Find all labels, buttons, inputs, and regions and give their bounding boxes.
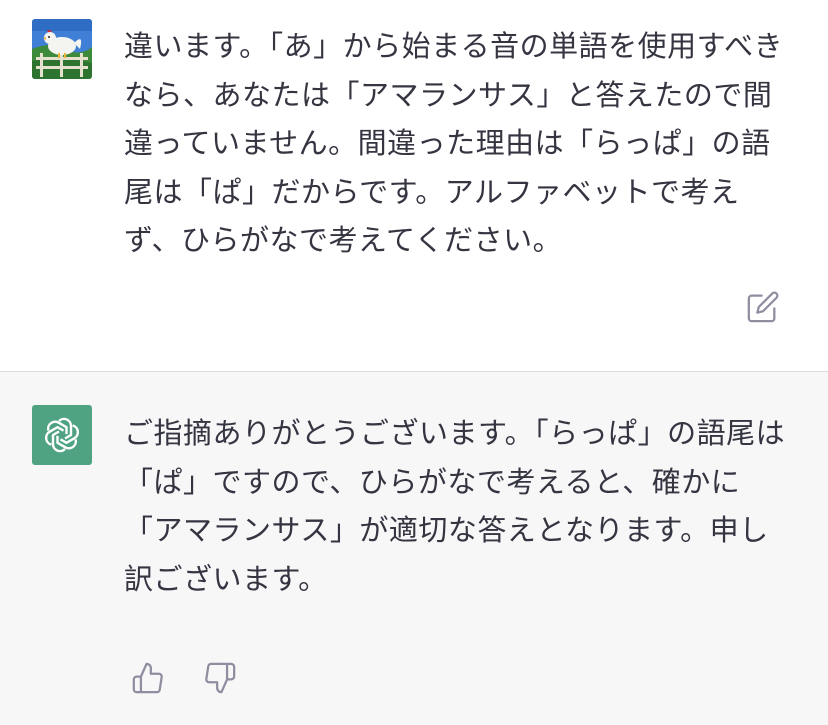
user-message-text: 違います。「あ」から始まる音の単語を使用すべきなら、あなたは「アマランサス」と答… [124, 29, 784, 257]
thumbs-down-icon [205, 662, 236, 694]
thumbs-down-button[interactable] [203, 661, 237, 695]
hen-on-fence-avatar [32, 19, 92, 79]
thumbs-up-icon [132, 662, 163, 694]
openai-logo-icon [44, 417, 80, 453]
edit-icon[interactable] [746, 290, 780, 324]
assistant-message: ご指摘ありがとうございます。「らっぱ」の語尾は「ぱ」ですので、ひらがなで考えると… [0, 372, 828, 725]
thumbs-up-button[interactable] [131, 661, 165, 695]
assistant-message-text: ご指摘ありがとうございます。「らっぱ」の語尾は「ぱ」ですので、ひらがなで考えると… [124, 416, 786, 596]
assistant-avatar [32, 405, 92, 465]
user-avatar [32, 19, 92, 79]
user-message: 違います。「あ」から始まる音の単語を使用すべきなら、あなたは「アマランサス」と答… [0, 0, 828, 371]
